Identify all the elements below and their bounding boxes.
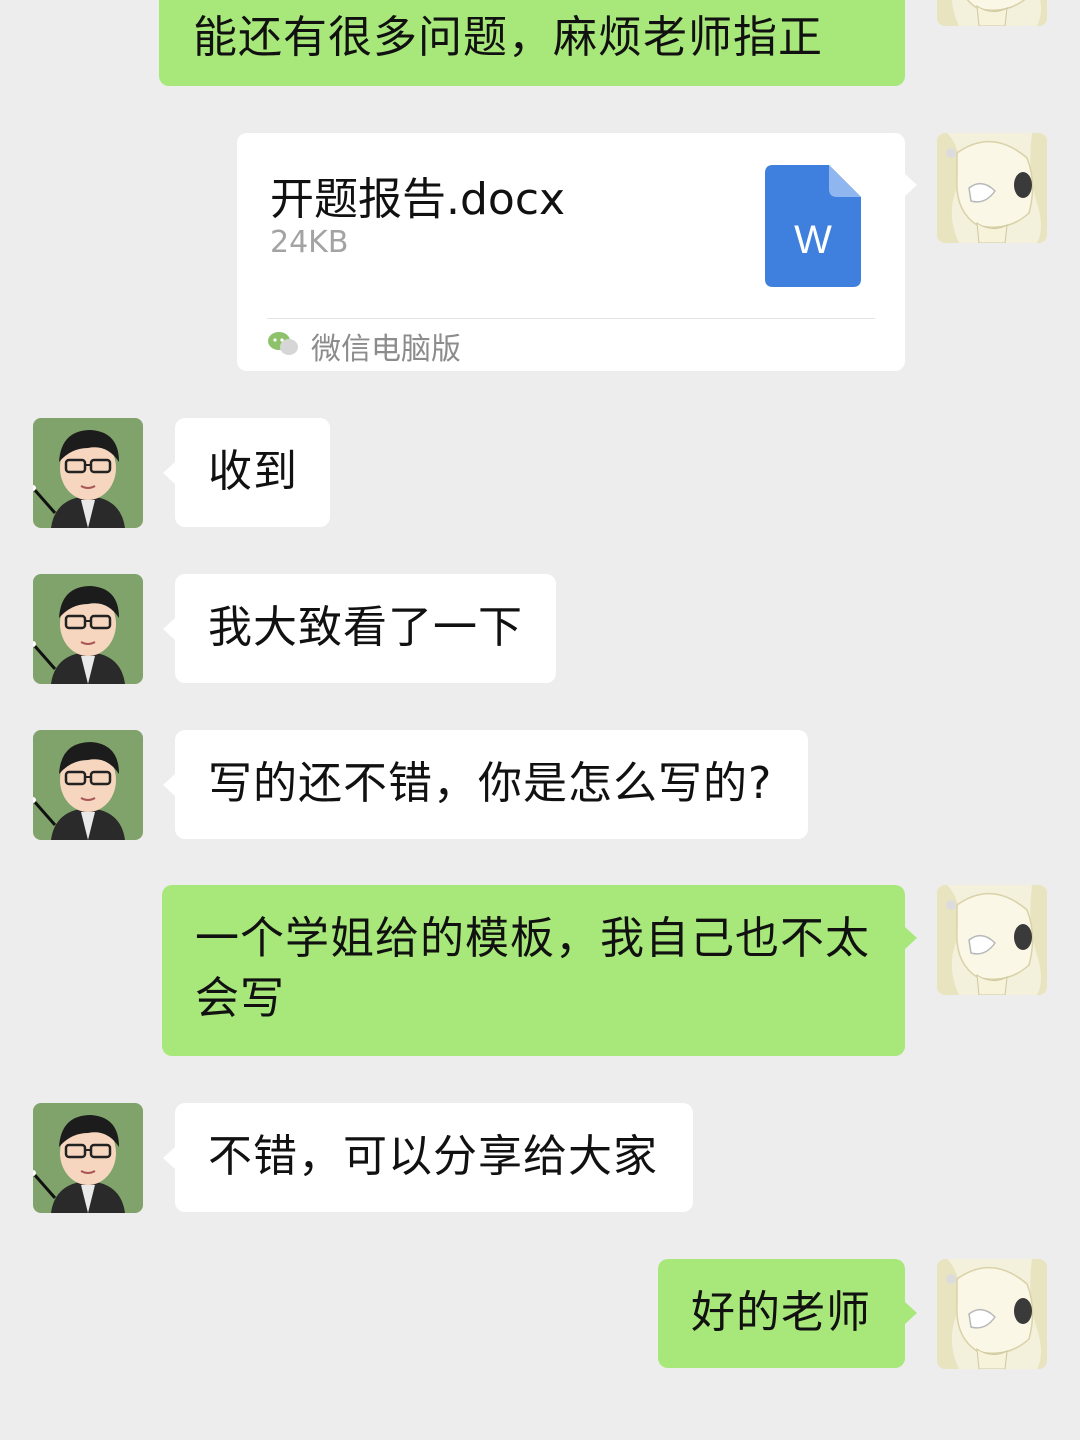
file-source: 微信电脑版 (267, 326, 461, 367)
message-bubble-sent[interactable]: 能还有很多问题，麻烦老师指正 (159, 0, 905, 86)
message-text: 收到 (208, 446, 298, 497)
teacher-avatar-icon[interactable] (33, 730, 143, 840)
bubble-tail (905, 1302, 917, 1324)
word-file-icon: W (765, 165, 861, 291)
file-message-card[interactable]: 开题报告.docx 24KB W 微信电脑版 (237, 133, 905, 371)
teacher-avatar-icon[interactable] (33, 574, 143, 684)
teacher-avatar-icon[interactable] (33, 418, 143, 528)
message-text: 写的还不错，你是怎么写的? (208, 758, 773, 809)
bubble-tail (163, 774, 175, 796)
message-bubble-received[interactable]: 我大致看了一下 (175, 574, 556, 683)
bubble-tail (163, 462, 175, 484)
message-text-line: 一个学姐给的模板，我自己也不太 (195, 913, 870, 964)
message-text: 不错，可以分享给大家 (208, 1131, 658, 1182)
file-card-divider (267, 318, 875, 319)
message-bubble-sent[interactable]: 好的老师 (658, 1259, 905, 1368)
student-avatar-icon[interactable] (937, 1259, 1047, 1369)
message-bubble-sent[interactable]: 一个学姐给的模板，我自己也不太 会写 (162, 885, 905, 1056)
svg-text:W: W (794, 218, 832, 262)
file-name: 开题报告.docx (270, 174, 566, 225)
message-bubble-received[interactable]: 写的还不错，你是怎么写的? (175, 730, 808, 839)
wechat-icon (267, 331, 299, 361)
bubble-tail (163, 1147, 175, 1169)
student-avatar-icon[interactable] (937, 133, 1047, 243)
file-size: 24KB (270, 225, 349, 260)
student-avatar-icon[interactable] (937, 885, 1047, 995)
message-text-line: 会写 (195, 973, 285, 1024)
bubble-tail (905, 174, 917, 196)
message-text: 我大致看了一下 (208, 602, 523, 653)
bubble-tail (905, 927, 917, 949)
bubble-tail (163, 618, 175, 640)
message-text: 好的老师 (691, 1287, 871, 1338)
teacher-avatar-icon[interactable] (33, 1103, 143, 1213)
student-avatar-icon[interactable] (937, 0, 1047, 26)
file-source-label: 微信电脑版 (311, 332, 461, 367)
message-bubble-received[interactable]: 不错，可以分享给大家 (175, 1103, 693, 1212)
message-text: 能还有很多问题，麻烦老师指正 (193, 12, 823, 63)
message-bubble-received[interactable]: 收到 (175, 418, 330, 527)
